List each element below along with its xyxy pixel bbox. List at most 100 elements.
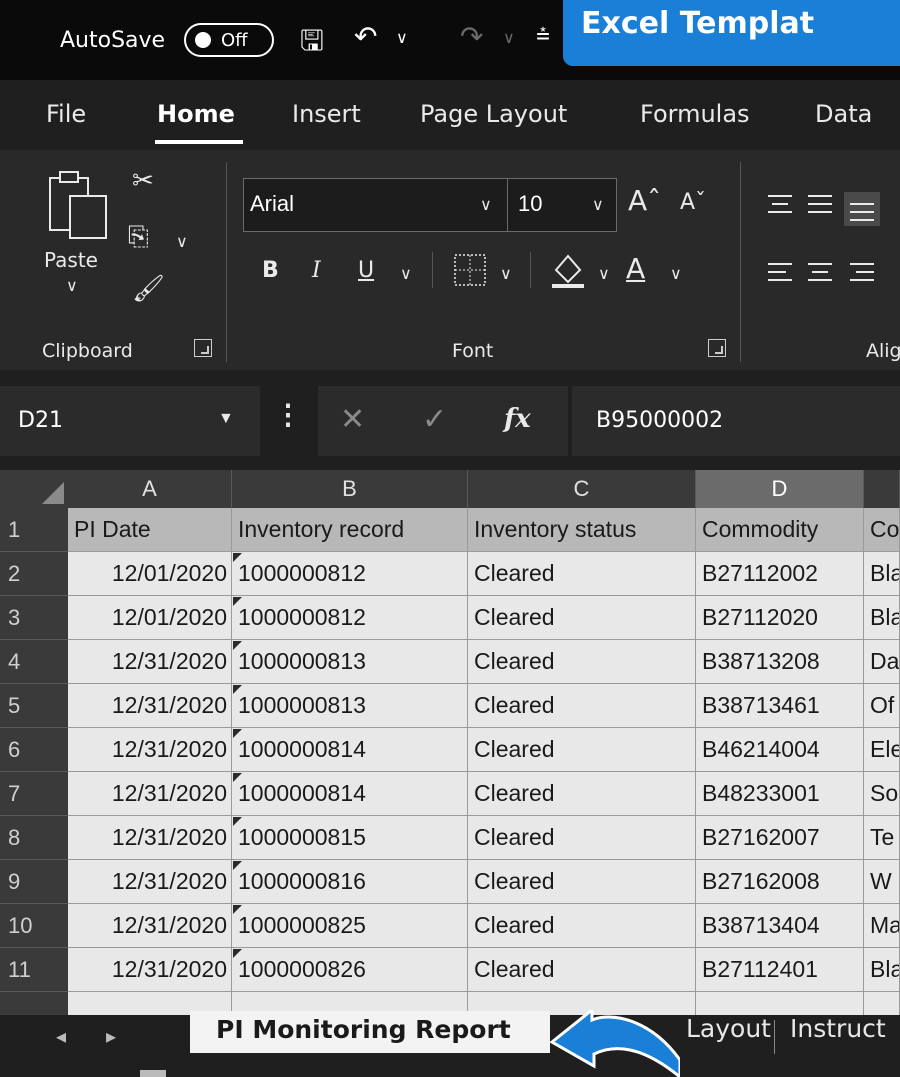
- borders-icon[interactable]: [452, 252, 488, 288]
- undo-icon[interactable]: ↶: [354, 20, 377, 53]
- cell-commodity[interactable]: B27112401: [696, 948, 864, 992]
- paste-dropdown-icon[interactable]: ∨: [66, 276, 78, 295]
- header-cell-commodity[interactable]: Commodity: [696, 508, 864, 552]
- horizontal-scrollbar[interactable]: [140, 1070, 166, 1077]
- font-name-select[interactable]: Arial ∨: [243, 178, 508, 232]
- tab-insert[interactable]: Insert: [292, 100, 361, 128]
- cell-commodity[interactable]: B38713404: [696, 904, 864, 948]
- tab-home[interactable]: Home: [157, 100, 235, 128]
- cancel-icon[interactable]: ✕: [340, 402, 365, 437]
- row-header[interactable]: 5: [0, 684, 68, 728]
- font-name-dropdown-icon[interactable]: ∨: [480, 195, 492, 214]
- cell-inventory-record[interactable]: 1000000814: [232, 772, 468, 816]
- sheet-tab-instructions[interactable]: Instruct: [790, 1014, 886, 1043]
- row-header[interactable]: 3: [0, 596, 68, 640]
- cell-inventory-status[interactable]: Cleared: [468, 728, 696, 772]
- cell-commodity-desc[interactable]: Bla: [864, 948, 900, 992]
- cell-commodity[interactable]: B38713461: [696, 684, 864, 728]
- font-color-dropdown-icon[interactable]: ∨: [670, 264, 682, 283]
- underline-dropdown-icon[interactable]: ∨: [400, 264, 412, 283]
- select-all-button[interactable]: [0, 470, 68, 508]
- cell-inventory-status[interactable]: Cleared: [468, 772, 696, 816]
- format-painter-icon[interactable]: 🖌: [132, 274, 165, 304]
- cell-commodity-desc[interactable]: Bla: [864, 552, 900, 596]
- cell-inventory-status[interactable]: Cleared: [468, 904, 696, 948]
- italic-button[interactable]: I: [312, 258, 321, 283]
- cell-inventory-status[interactable]: Cleared: [468, 816, 696, 860]
- fill-color-icon[interactable]: [548, 250, 588, 292]
- cell-commodity[interactable]: B27112002: [696, 552, 864, 596]
- cut-icon[interactable]: ✂: [132, 166, 154, 196]
- cell-inventory-status[interactable]: Cleared: [468, 860, 696, 904]
- cell-inventory-record[interactable]: 1000000813: [232, 684, 468, 728]
- cell-inventory-record[interactable]: 1000000826: [232, 948, 468, 992]
- cell-pi-date[interactable]: 12/31/2020: [68, 772, 232, 816]
- row-header[interactable]: 2: [0, 552, 68, 596]
- column-header-a[interactable]: A: [68, 470, 232, 508]
- cell-pi-date[interactable]: 12/31/2020: [68, 904, 232, 948]
- cell-commodity-desc[interactable]: Ele: [864, 728, 900, 772]
- fill-color-dropdown-icon[interactable]: ∨: [598, 264, 610, 283]
- cell-commodity-desc[interactable]: Te: [864, 816, 900, 860]
- cell-commodity[interactable]: B46214004: [696, 728, 864, 772]
- header-cell-pi-date[interactable]: PI Date: [68, 508, 232, 552]
- cell-inventory-status[interactable]: Cleared: [468, 684, 696, 728]
- row-header[interactable]: 6: [0, 728, 68, 772]
- column-header-c[interactable]: C: [468, 470, 696, 508]
- enter-icon[interactable]: ✓: [422, 402, 447, 437]
- cell-pi-date[interactable]: 12/31/2020: [68, 948, 232, 992]
- tab-file[interactable]: File: [46, 100, 86, 128]
- font-color-icon[interactable]: A: [626, 252, 645, 285]
- cell-commodity-desc[interactable]: Of: [864, 684, 900, 728]
- save-icon[interactable]: 🖫: [300, 20, 324, 68]
- cell-pi-date[interactable]: 12/31/2020: [68, 728, 232, 772]
- cell-commodity[interactable]: B38713208: [696, 640, 864, 684]
- cell-pi-date[interactable]: 12/31/2020: [68, 684, 232, 728]
- header-cell-inventory-record[interactable]: Inventory record: [232, 508, 468, 552]
- name-box[interactable]: D21 ▼: [0, 386, 260, 456]
- font-size-select[interactable]: 10 ∨: [507, 178, 617, 232]
- font-launcher-icon[interactable]: [708, 339, 726, 357]
- paste-label[interactable]: Paste: [44, 248, 98, 272]
- cell-inventory-status[interactable]: Cleared: [468, 948, 696, 992]
- cell-commodity[interactable]: B27112020: [696, 596, 864, 640]
- redo-dropdown-icon[interactable]: ∨: [503, 28, 515, 47]
- cell-commodity[interactable]: B27162008: [696, 860, 864, 904]
- cell-commodity-desc[interactable]: Bla: [864, 596, 900, 640]
- cell-commodity[interactable]: B48233001: [696, 772, 864, 816]
- cell-inventory-record[interactable]: 1000000812: [232, 596, 468, 640]
- cell-commodity-desc[interactable]: Ma: [864, 904, 900, 948]
- cell-inventory-record[interactable]: 1000000813: [232, 640, 468, 684]
- cell-inventory-status[interactable]: Cleared: [468, 596, 696, 640]
- scroll-left-icon[interactable]: ◂: [56, 1024, 66, 1049]
- redo-icon[interactable]: ↷: [460, 20, 483, 53]
- row-header[interactable]: 7: [0, 772, 68, 816]
- clipboard-launcher-icon[interactable]: [194, 339, 212, 357]
- cell-inventory-record[interactable]: 1000000815: [232, 816, 468, 860]
- cell-pi-date[interactable]: 12/31/2020: [68, 640, 232, 684]
- column-header-e[interactable]: [864, 470, 900, 508]
- row-header[interactable]: 1: [0, 508, 68, 552]
- cell-pi-date[interactable]: 12/01/2020: [68, 552, 232, 596]
- font-size-dropdown-icon[interactable]: ∨: [592, 195, 604, 214]
- cell-pi-date[interactable]: 12/31/2020: [68, 816, 232, 860]
- cell-commodity-desc[interactable]: Da: [864, 640, 900, 684]
- tab-page-layout[interactable]: Page Layout: [420, 100, 567, 128]
- scroll-right-icon[interactable]: ▸: [106, 1024, 116, 1049]
- bold-button[interactable]: B: [262, 258, 279, 283]
- sheet-tab-pi-monitoring-report[interactable]: PI Monitoring Report: [190, 1011, 550, 1053]
- cell-inventory-status[interactable]: Cleared: [468, 640, 696, 684]
- cell-inventory-record[interactable]: 1000000825: [232, 904, 468, 948]
- cell-commodity-desc[interactable]: W: [864, 860, 900, 904]
- more-options-icon[interactable]: ⋮: [274, 398, 302, 431]
- autosave-toggle[interactable]: Off: [184, 23, 274, 57]
- insert-function-icon[interactable]: fx: [504, 404, 531, 434]
- cell-inventory-status[interactable]: Cleared: [468, 552, 696, 596]
- cell-inventory-record[interactable]: 1000000816: [232, 860, 468, 904]
- header-cell-inventory-status[interactable]: Inventory status: [468, 508, 696, 552]
- cell-inventory-record[interactable]: 1000000812: [232, 552, 468, 596]
- quick-access-dropdown-icon[interactable]: ⩮: [536, 20, 550, 48]
- column-header-b[interactable]: B: [232, 470, 468, 508]
- formula-input[interactable]: B95000002: [572, 386, 900, 456]
- borders-dropdown-icon[interactable]: ∨: [500, 264, 512, 283]
